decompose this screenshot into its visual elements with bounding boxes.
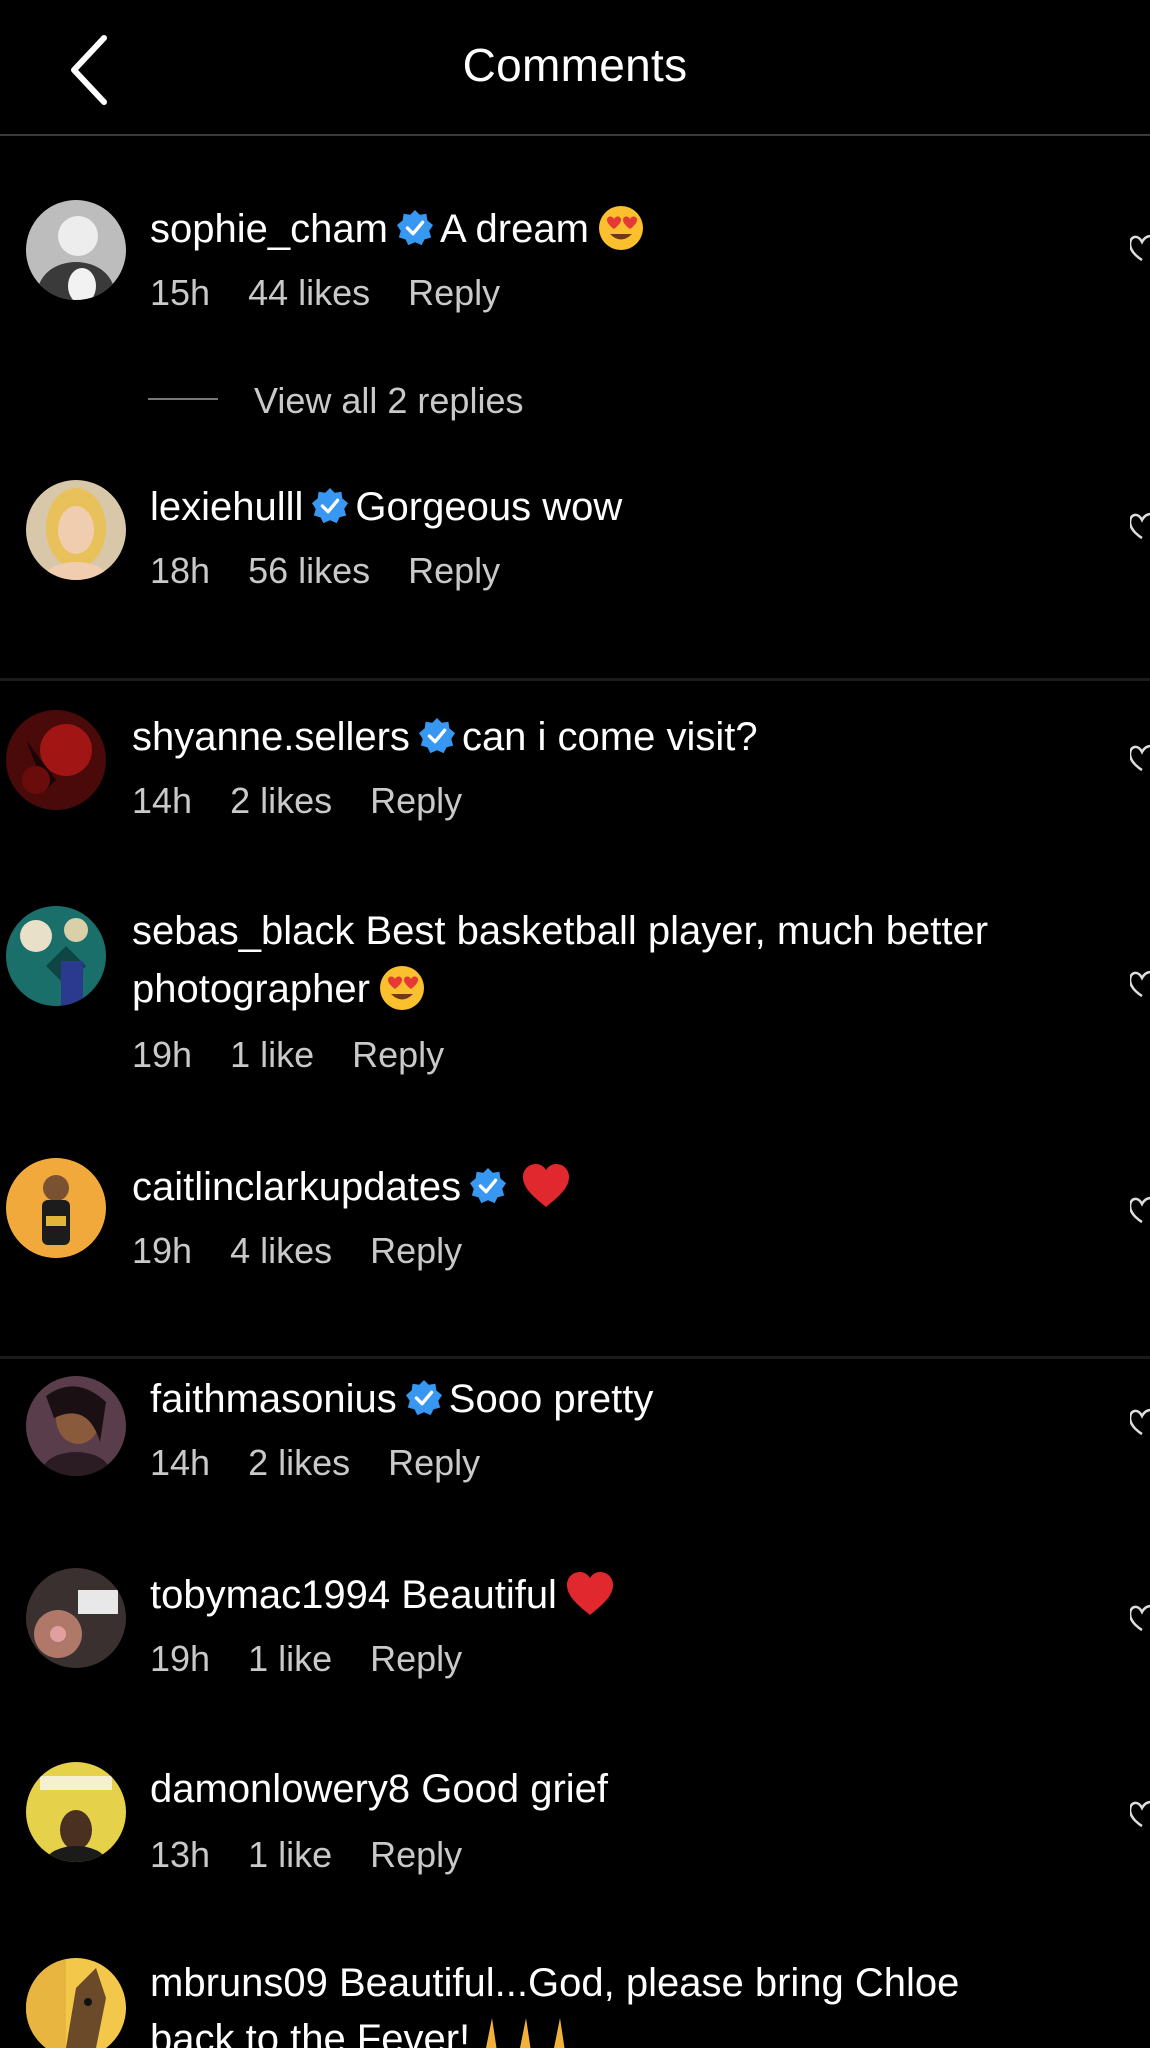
verified-badge-icon: [470, 1168, 507, 1204]
avatar[interactable]: [26, 1762, 126, 1862]
view-replies-button[interactable]: View all 2 replies: [148, 380, 523, 422]
page-title: Comments: [462, 39, 688, 91]
verified-badge-icon: [405, 1380, 442, 1416]
comment-username[interactable]: mbruns09: [150, 1961, 328, 2005]
avatar[interactable]: [6, 1158, 106, 1258]
section-seam: [0, 678, 1150, 681]
reply-button[interactable]: Reply: [388, 1442, 480, 1483]
avatar[interactable]: [6, 710, 106, 810]
comment-time: 19h: [150, 1638, 211, 1679]
comment-text-continued: photographer: [132, 967, 370, 1011]
comment-likes[interactable]: 44 likes: [248, 272, 370, 313]
reply-button[interactable]: Reply: [370, 1230, 462, 1271]
comment-username[interactable]: lexiehulll: [150, 485, 303, 529]
verified-badge-icon: [312, 488, 349, 524]
reply-button[interactable]: Reply: [352, 1034, 444, 1075]
comment-username[interactable]: damonlowery8: [150, 1767, 410, 1811]
heart-eyes-emoji-icon: [379, 966, 424, 1011]
comment-text-continued: back to the Fever!: [150, 2017, 471, 2048]
avatar[interactable]: [26, 480, 126, 580]
comment-username[interactable]: faithmasonius: [150, 1377, 397, 1421]
reply-button[interactable]: Reply: [370, 1638, 462, 1679]
comment-text: Beautiful: [401, 1573, 557, 1617]
comment-time: 14h: [150, 1442, 211, 1483]
verified-badge-icon: [418, 718, 455, 754]
avatar[interactable]: [26, 1958, 126, 2048]
avatar[interactable]: [26, 1568, 126, 1668]
red-heart-emoji-icon: [523, 1164, 570, 1208]
avatar[interactable]: [26, 200, 126, 300]
comment-text: Beautiful...God, please bring Chloe: [339, 1961, 960, 2005]
comment-text: Gorgeous wow: [355, 485, 623, 529]
comment-time: 19h: [132, 1230, 193, 1271]
comment-text: Best basketball player, much better: [365, 909, 989, 953]
reply-button[interactable]: Reply: [408, 272, 500, 313]
section-seam: [0, 1356, 1150, 1359]
reply-button[interactable]: Reply: [370, 780, 462, 821]
comment-username[interactable]: caitlinclarkupdates: [132, 1165, 461, 1209]
comment-likes[interactable]: 56 likes: [248, 550, 370, 591]
comment-text: A dream: [439, 207, 589, 251]
heart-eyes-emoji-icon: [598, 206, 643, 251]
verified-badge-icon: [396, 210, 433, 246]
comment-likes[interactable]: 1 like: [230, 1034, 314, 1075]
comment-text: can i come visit?: [461, 715, 758, 759]
comment-username[interactable]: sebas_black: [132, 909, 354, 953]
replies-divider: [148, 398, 218, 401]
reply-button[interactable]: Reply: [370, 1834, 462, 1875]
like-heart-icon[interactable]: [1130, 966, 1150, 1006]
like-heart-icon[interactable]: [1130, 740, 1150, 780]
comment-username[interactable]: tobymac1994: [150, 1573, 390, 1617]
comment-likes[interactable]: 2 likes: [248, 1442, 350, 1483]
avatar[interactable]: [6, 906, 106, 1006]
like-heart-icon[interactable]: [1130, 1600, 1150, 1640]
comment-time: 18h: [150, 550, 211, 591]
view-replies-label: View all 2 replies: [254, 380, 524, 421]
comment-likes[interactable]: 2 likes: [230, 780, 332, 821]
like-heart-icon[interactable]: [1130, 508, 1150, 548]
folded-hands-emoji-icon: [486, 2018, 565, 2048]
comment-item: mbruns09 Beautiful...God, please bring C…: [0, 1956, 1150, 2048]
comment-likes[interactable]: 1 like: [248, 1638, 332, 1679]
avatar[interactable]: [26, 1376, 126, 1476]
reply-button[interactable]: Reply: [408, 550, 500, 591]
comment-username[interactable]: sophie_cham: [150, 207, 388, 251]
comment-likes[interactable]: 1 like: [248, 1834, 332, 1875]
comment-time: 14h: [132, 780, 193, 821]
red-heart-emoji-icon: [566, 1572, 613, 1616]
like-heart-icon[interactable]: [1130, 1404, 1150, 1444]
comment-text: Good grief: [421, 1767, 609, 1811]
comment-time: 15h: [150, 272, 211, 313]
like-heart-icon[interactable]: [1130, 1192, 1150, 1232]
like-heart-icon[interactable]: [1130, 230, 1150, 270]
comment-time: 13h: [150, 1834, 211, 1875]
like-heart-icon[interactable]: [1130, 1796, 1150, 1836]
comment-username[interactable]: shyanne.sellers: [132, 715, 410, 759]
comment-text: Sooo pretty: [448, 1377, 654, 1421]
comment-likes[interactable]: 4 likes: [230, 1230, 332, 1271]
header: Comments: [0, 0, 1150, 136]
comment-time: 19h: [132, 1034, 193, 1075]
